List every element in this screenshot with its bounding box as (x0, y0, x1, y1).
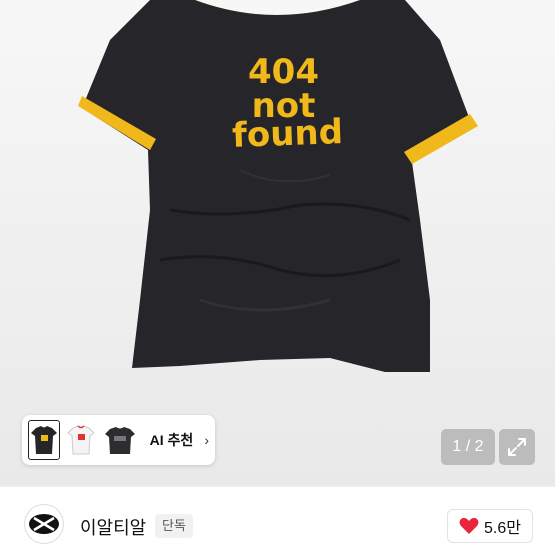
store-bar: 이알티알 단독 5.6만 (0, 486, 555, 555)
thumbnail-dark-tee[interactable] (103, 420, 137, 460)
thumbnail-white-tee[interactable] (65, 420, 97, 460)
store-logo-icon (29, 514, 59, 534)
black-tee-icon (31, 426, 58, 454)
heart-icon (459, 517, 479, 534)
thumbnail-black-tee[interactable] (28, 420, 61, 460)
product-image-area[interactable]: 404 not found AI 추천 › 1 / 2 (0, 0, 555, 486)
exclusive-badge: 단독 (155, 514, 193, 538)
ai-recommendation-label: AI 추천 (149, 432, 194, 448)
expand-button[interactable] (499, 429, 535, 465)
expand-icon (508, 438, 526, 456)
ai-recommendation-strip[interactable]: AI 추천 › (22, 415, 215, 465)
white-tee-icon (67, 425, 96, 455)
like-count: 5.6만 (484, 520, 521, 537)
image-page-counter: 1 / 2 (441, 429, 495, 465)
dark-tee-icon (104, 427, 135, 454)
like-button[interactable]: 5.6만 (447, 509, 533, 543)
store-name[interactable]: 이알티알 (80, 514, 146, 540)
store-logo[interactable] (24, 504, 64, 544)
chevron-right-icon: › (204, 432, 209, 448)
